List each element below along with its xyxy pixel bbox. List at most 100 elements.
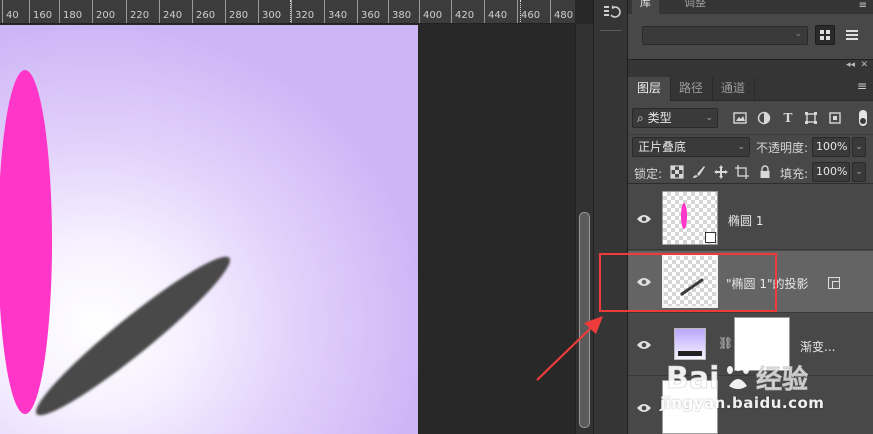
ruler-label: 460 <box>521 10 541 21</box>
grid-view-icon[interactable] <box>815 25 835 45</box>
lock-pixels-icon[interactable] <box>692 165 706 179</box>
ruler-label: 40 <box>6 10 19 21</box>
ruler-tick: 320 <box>291 0 314 23</box>
blend-mode-select[interactable]: 正片叠底 ⌄ <box>632 137 750 157</box>
ruler-label: 400 <box>423 10 443 21</box>
opacity-label: 不透明度: <box>756 141 809 155</box>
panel-collapse-bar: ◂◂ ✕ <box>628 60 873 73</box>
lock-label: 锁定: <box>634 167 663 181</box>
ruler-tick: 420 <box>451 0 474 23</box>
svg-text:Bai: Bai <box>666 361 719 396</box>
search-icon: ⌕ <box>637 111 644 125</box>
visibility-eye-icon[interactable] <box>636 402 652 414</box>
filter-toggle[interactable] <box>859 110 867 126</box>
chevron-down-icon: ⌄ <box>705 113 713 123</box>
layers-tab-bar: 图层 路径 通道 ≡ <box>628 73 873 101</box>
filter-kind-label: 类型 <box>647 111 672 125</box>
lock-transparency-icon[interactable] <box>670 165 684 179</box>
blend-mode-value: 正片叠底 <box>638 140 687 154</box>
opacity-input[interactable]: 100% <box>812 137 850 157</box>
ruler-tick: 280 <box>225 0 248 23</box>
ruler-label: 200 <box>96 10 116 21</box>
adjustment-filter-icon[interactable] <box>757 111 771 125</box>
panel-menu-icon[interactable]: ≡ <box>859 0 867 11</box>
svg-text:经验: 经验 <box>756 364 808 395</box>
ruler-label: 440 <box>488 10 508 21</box>
ruler-label: 160 <box>33 10 53 21</box>
type-filter-icon[interactable]: T <box>781 111 795 125</box>
tab-layers[interactable]: 图层 <box>628 77 672 101</box>
layer-name[interactable]: 渐变... <box>800 338 835 355</box>
ruler-tick: 220 <box>126 0 149 23</box>
lock-position-icon[interactable] <box>714 165 728 179</box>
pink-ellipse[interactable] <box>0 70 52 414</box>
linked-smart-object-icon <box>828 277 840 289</box>
ruler-tick: 300 <box>258 0 281 23</box>
ruler-tick: 380 <box>388 0 411 23</box>
ruler-tick: 160 <box>29 0 52 23</box>
ruler-guide-marker <box>290 0 291 23</box>
ruler-label: 240 <box>163 10 183 21</box>
watermark: Bai 经验 jingyan.baidu.com <box>660 358 860 418</box>
ruler-label: 380 <box>392 10 412 21</box>
ruler-label: 300 <box>262 10 282 21</box>
visibility-eye-icon[interactable] <box>636 339 652 351</box>
ruler-label: 340 <box>328 10 348 21</box>
fill-input[interactable]: 100% <box>812 162 850 182</box>
ruler-label: 320 <box>295 10 315 21</box>
lock-artboard-icon[interactable] <box>735 165 749 179</box>
ruler-tick: 360 <box>357 0 380 23</box>
watermark-url: jingyan.baidu.com <box>660 394 825 412</box>
document-workspace[interactable] <box>0 25 575 434</box>
chain-link-icon[interactable]: ⛓ <box>718 336 733 350</box>
fill-label: 填充: <box>780 167 809 181</box>
ruler-label: 260 <box>196 10 216 21</box>
lock-row: 锁定: 填充: 100% ⌄ <box>628 160 873 184</box>
ruler-tick: 180 <box>59 0 82 23</box>
dock-grip[interactable] <box>600 30 622 32</box>
list-view-icon[interactable] <box>842 25 862 45</box>
tab-paths[interactable]: 路径 <box>670 77 714 101</box>
lock-all-icon[interactable] <box>758 165 772 179</box>
pixel-filter-icon[interactable] <box>733 111 747 125</box>
vertical-scrollbar[interactable] <box>575 24 593 434</box>
shape-layer-badge-icon <box>705 232 716 243</box>
history-icon[interactable] <box>603 4 621 22</box>
ruler-tick: 240 <box>159 0 182 23</box>
gradient-fill-thumbnail[interactable] <box>674 328 706 360</box>
canvas-artwork <box>0 70 240 428</box>
smart-object-filter-icon[interactable] <box>828 111 842 125</box>
libraries-panel: 库 调整 ≡ ⌄ <box>628 0 873 60</box>
layer-filter-row: ⌕ 类型 ⌄ T <box>628 106 873 130</box>
shadow-ellipse[interactable] <box>25 244 240 428</box>
collapse-icon[interactable]: ◂◂ <box>846 60 855 70</box>
libraries-tab-bar: 库 调整 ≡ <box>628 0 873 14</box>
ruler-tick: 400 <box>419 0 442 23</box>
tab-adjustments[interactable]: 调整 <box>676 0 714 14</box>
document-canvas[interactable] <box>0 25 418 434</box>
shape-filter-icon[interactable] <box>804 111 818 125</box>
ruler-tick: 260 <box>192 0 215 23</box>
layer-row-ellipse-1[interactable]: 椭圆 1 <box>628 188 873 250</box>
layer-name[interactable]: 椭圆 1 <box>728 212 763 229</box>
layer-thumbnail[interactable] <box>662 191 718 245</box>
close-icon[interactable]: ✕ <box>860 60 868 70</box>
tab-channels[interactable]: 通道 <box>712 77 756 101</box>
chevron-down-icon: ⌄ <box>737 142 745 152</box>
fill-chevron-icon[interactable]: ⌄ <box>852 162 866 182</box>
filter-kind-select[interactable]: ⌕ 类型 ⌄ <box>632 108 718 128</box>
library-select[interactable]: ⌄ <box>642 26 808 45</box>
panel-menu-icon[interactable]: ≡ <box>857 79 867 93</box>
tab-libraries[interactable]: 库 <box>632 0 659 14</box>
ruler-label: 480 <box>554 10 574 21</box>
ruler-tick: 440 <box>484 0 507 23</box>
panel-dock-strip <box>593 0 628 434</box>
visibility-eye-icon[interactable] <box>636 213 652 225</box>
scrollbar-thumb[interactable] <box>579 212 590 428</box>
opacity-chevron-icon[interactable]: ⌄ <box>852 137 866 157</box>
ruler-tick: 460 <box>517 0 540 23</box>
ruler-tick: 480 <box>550 0 573 23</box>
ruler-tick: 40 <box>2 0 19 23</box>
ruler-tick: 340 <box>324 0 347 23</box>
ruler-label: 360 <box>361 10 381 21</box>
